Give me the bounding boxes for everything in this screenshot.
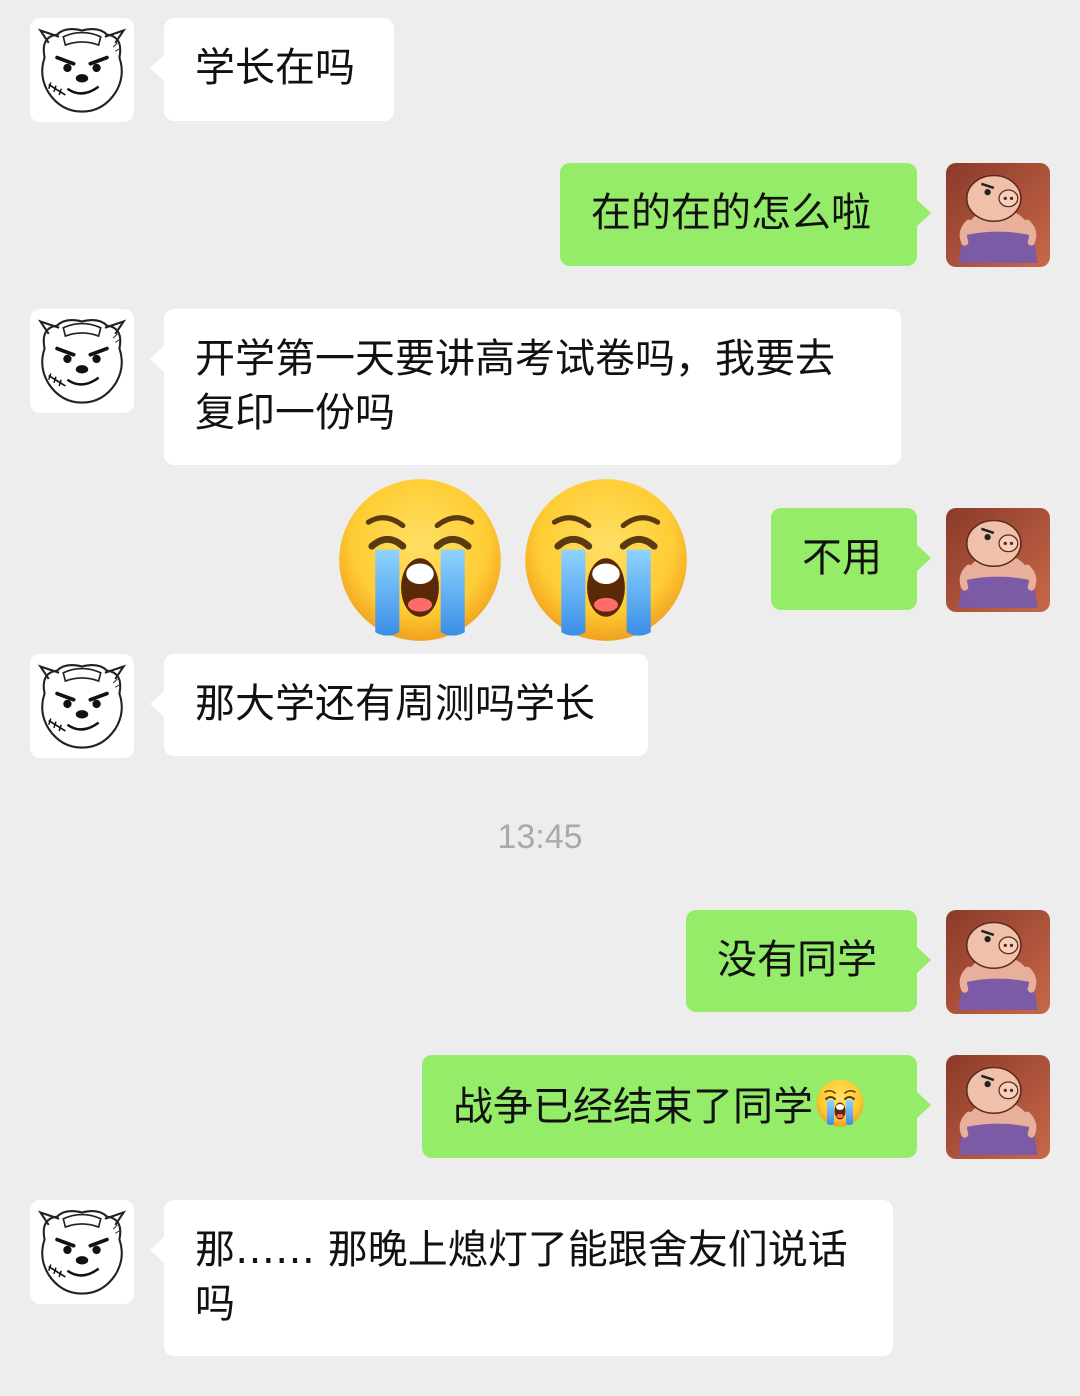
incoming-message-bubble[interactable]: 那…… 那晚上熄灯了能跟舍友们说话吗 (150, 1200, 893, 1356)
angry-bear-avatar-icon (30, 18, 134, 122)
message-text: 战争已经结束了同学 (453, 1084, 813, 1130)
incoming-message-bubble[interactable]: 学长在吗 (150, 18, 394, 121)
outgoing-message-bubble[interactable]: 不用 (771, 508, 931, 610)
message-text: 在的在的怎么啦 (591, 190, 871, 236)
incoming-message-bubble[interactable]: 开学第一天要讲高考试卷吗，我要去复印一份吗 (150, 309, 901, 465)
pig-character-avatar-icon (946, 910, 1050, 1014)
loudly-crying-face-emoji[interactable] (520, 474, 692, 646)
pig-character-avatar-icon (946, 1055, 1050, 1159)
self-avatar[interactable] (946, 1055, 1050, 1159)
message-text: 学长在吗 (195, 45, 355, 91)
message-text: 没有同学 (717, 937, 877, 983)
message-text: 那大学还有周测吗学长 (195, 681, 595, 727)
self-avatar[interactable] (946, 508, 1050, 612)
message-text: 不用 (802, 535, 882, 581)
outgoing-message-bubble[interactable]: 没有同学 (686, 910, 931, 1012)
loudly-crying-face-icon (334, 474, 506, 646)
outgoing-message-bubble[interactable]: 在的在的怎么啦 (560, 163, 931, 266)
contact-avatar[interactable] (30, 1200, 134, 1304)
incoming-message-bubble[interactable]: 那大学还有周测吗学长 (150, 654, 648, 756)
pig-character-avatar-icon (946, 508, 1050, 612)
pig-character-avatar-icon (946, 163, 1050, 267)
loudly-crying-face-icon (520, 474, 692, 646)
angry-bear-avatar-icon (30, 654, 134, 758)
loudly-crying-face-emoji[interactable] (334, 474, 506, 646)
angry-bear-avatar-icon (30, 309, 134, 413)
outgoing-message-bubble[interactable]: 战争已经结束了同学 (422, 1055, 931, 1158)
contact-avatar[interactable] (30, 654, 134, 758)
loudly-crying-face-icon (815, 1078, 865, 1128)
message-text: 那…… 那晚上熄灯了能跟舍友们说话吗 (195, 1227, 848, 1327)
contact-avatar[interactable] (30, 18, 134, 122)
self-avatar[interactable] (946, 163, 1050, 267)
contact-avatar[interactable] (30, 309, 134, 413)
chat-timestamp: 13:45 (497, 818, 583, 856)
message-text: 开学第一天要讲高考试卷吗，我要去复印一份吗 (195, 336, 835, 436)
self-avatar[interactable] (946, 910, 1050, 1014)
angry-bear-avatar-icon (30, 1200, 134, 1304)
